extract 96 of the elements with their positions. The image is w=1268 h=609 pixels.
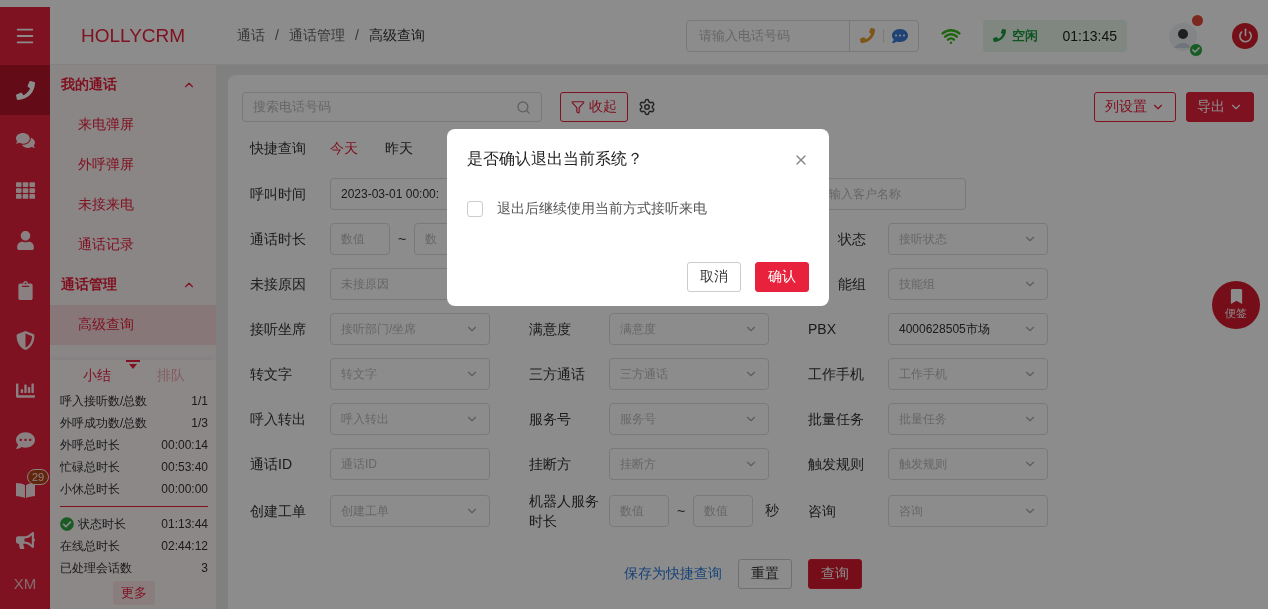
menu-item[interactable]: 未接来电 [50, 185, 216, 225]
bar-chart-icon [15, 380, 35, 400]
confirm-button[interactable]: 确认 [755, 262, 809, 292]
query-button[interactable]: 查询 [808, 559, 862, 589]
checkbox[interactable] [467, 201, 483, 217]
field-label: 快捷查询 [250, 140, 307, 158]
dialog-title: 是否确认退出当前系统？ [467, 149, 643, 169]
field-label: 挂断方 [529, 455, 572, 474]
menu-item[interactable]: 来电弹屏 [50, 105, 216, 145]
stat-value: 1/3 [191, 416, 208, 430]
count-badge: 29 [27, 469, 50, 485]
field-label: 触发规则 [808, 455, 865, 474]
field-label: 未接原因 [250, 275, 307, 294]
breadcrumb-separator: / [354, 26, 359, 45]
chat-icon [15, 130, 35, 150]
field-label: 三方通话 [529, 365, 586, 384]
field-label: 满意度 [529, 320, 572, 339]
stat-value: 00:00:14 [161, 438, 208, 452]
column-settings-button[interactable]: 列设置 [1094, 92, 1176, 122]
field-label: 咨询 [808, 502, 837, 521]
status-timer: 01:13:45 [1062, 27, 1117, 44]
menu-item[interactable]: 通话记录 [50, 225, 216, 265]
stat-label: 已处理会话数 [60, 559, 132, 577]
stat-label: 呼入接听数/总数 [60, 392, 148, 410]
stat-value: 3 [201, 561, 208, 575]
shield-icon [15, 330, 35, 350]
collapse-button[interactable]: 收起 [560, 92, 628, 122]
search-icon[interactable] [516, 99, 531, 115]
field-label: 呼叫时间 [250, 185, 307, 204]
reset-button[interactable]: 重置 [738, 559, 792, 589]
field-label: 工作手机 [808, 365, 865, 384]
person-icon [15, 230, 35, 250]
logo-text: HOLLYCRM [80, 24, 186, 47]
field-label: 批量任务 [808, 410, 865, 429]
status-label: 空闲 [1012, 26, 1038, 45]
stat-label: 忙碌总时长 [60, 458, 120, 476]
breadcrumb-item: 高级查询 [368, 26, 425, 45]
stat-label: 外呼成功数/总数 [60, 414, 148, 432]
breadcrumb-item[interactable]: 通话管理 [288, 26, 345, 45]
checkbox-label[interactable]: 退出后继续使用当前方式接听来电 [497, 200, 707, 218]
breadcrumb-item[interactable]: 通话 [237, 26, 265, 45]
megaphone-icon [15, 530, 35, 550]
stat-value: 02:44:12 [161, 539, 208, 553]
stat-label: 外呼总时长 [60, 436, 120, 454]
stat-value: 00:00:00 [161, 482, 208, 496]
menu-group-title[interactable]: 我的通话 [61, 76, 117, 94]
power-icon [1237, 28, 1253, 43]
book-icon [15, 480, 35, 500]
user-initials: XM [13, 575, 37, 592]
settings-icon[interactable] [638, 98, 656, 116]
chat-icon[interactable] [892, 27, 908, 44]
cancel-button[interactable]: 取消 [687, 262, 741, 292]
quick-query-option[interactable]: 昨天 [385, 140, 413, 158]
breadcrumb-separator: / [275, 26, 279, 45]
phone-icon [993, 29, 1006, 42]
grid-icon [15, 180, 35, 200]
phone-icon [15, 80, 35, 100]
filter-icon [571, 100, 585, 114]
field-label: 通话ID [250, 455, 293, 474]
unit-label: 秒 [765, 502, 780, 520]
more-button[interactable]: 更多 [113, 581, 155, 605]
rail-item[interactable] [0, 65, 50, 115]
range-separator: ~ [398, 231, 407, 247]
bookmark-icon [1228, 289, 1244, 304]
menu-item[interactable]: 高级查询 [50, 305, 216, 345]
stat-label: 状态时长 [78, 515, 126, 533]
menu-group-title[interactable]: 通话管理 [61, 276, 117, 294]
field-label: 通话时长 [250, 230, 307, 249]
field-label: 创建工单 [250, 502, 307, 521]
stat-label: 在线总时长 [60, 537, 120, 555]
stat-value: 01:13:44 [161, 517, 208, 531]
comment-icon [15, 430, 35, 450]
select-field[interactable]: 4000628505市场 [888, 313, 1048, 345]
rail-item[interactable]: 29 [0, 465, 50, 515]
field-label: 接听坐席 [250, 320, 307, 339]
save-quick-query-link[interactable]: 保存为快捷查询 [624, 565, 722, 583]
field-label: 呼入转出 [250, 410, 307, 429]
power-button[interactable] [1232, 22, 1258, 49]
stat-value: 1/1 [191, 394, 208, 408]
agent-status[interactable]: 空闲 01:13:45 [983, 19, 1127, 52]
summary-tab[interactable]: 小结 [83, 367, 111, 385]
field-label: 能组 [837, 275, 867, 294]
stat-value: 00:53:40 [161, 460, 208, 474]
field-label: 服务号 [529, 410, 572, 429]
range-separator: ~ [677, 503, 686, 519]
caret-icon [126, 360, 140, 369]
field-label: PBX [808, 320, 837, 339]
stat-label: 小休总时长 [60, 480, 120, 498]
field-label: 状态 [837, 230, 867, 249]
field-label: 转文字 [250, 365, 293, 384]
quick-query-option[interactable]: 今天 [330, 140, 358, 158]
menu-item[interactable]: 外呼弹屏 [50, 145, 216, 185]
export-button[interactable]: 导出 [1186, 92, 1254, 122]
clipboard-icon [15, 280, 35, 300]
phone-icon[interactable] [860, 28, 875, 43]
field-label: 机器人服务时长 [529, 492, 600, 531]
